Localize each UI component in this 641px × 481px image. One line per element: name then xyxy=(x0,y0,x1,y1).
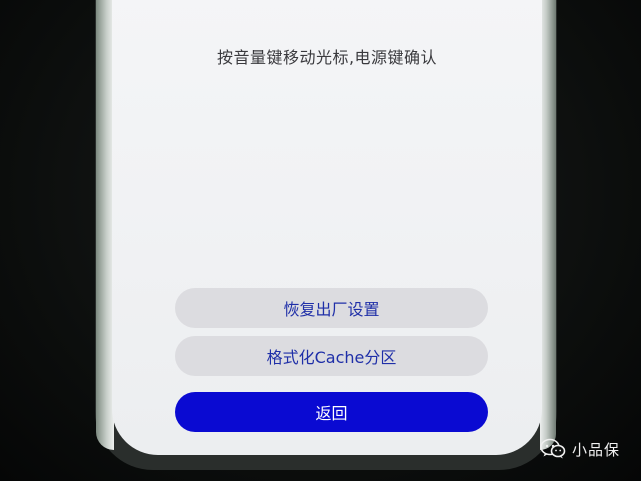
wipe-cache-button[interactable]: 格式化Cache分区 xyxy=(175,336,488,376)
watermark: 小品保 xyxy=(540,438,620,460)
instruction-text: 按音量键移动光标,电源键确认 xyxy=(216,48,438,67)
recovery-screen: 按音量键移动光标,电源键确认 恢复出厂设置 格式化Cache分区 返回 xyxy=(112,0,542,455)
wechat-icon xyxy=(540,438,566,460)
factory-reset-button[interactable]: 恢复出厂设置 xyxy=(175,288,488,328)
watermark-text: 小品保 xyxy=(572,440,621,459)
photo-frame: 按音量键移动光标,电源键确认 恢复出厂设置 格式化Cache分区 返回 小品保 xyxy=(0,0,641,481)
phone-edge-right xyxy=(540,0,556,450)
back-button[interactable]: 返回 xyxy=(175,392,488,432)
